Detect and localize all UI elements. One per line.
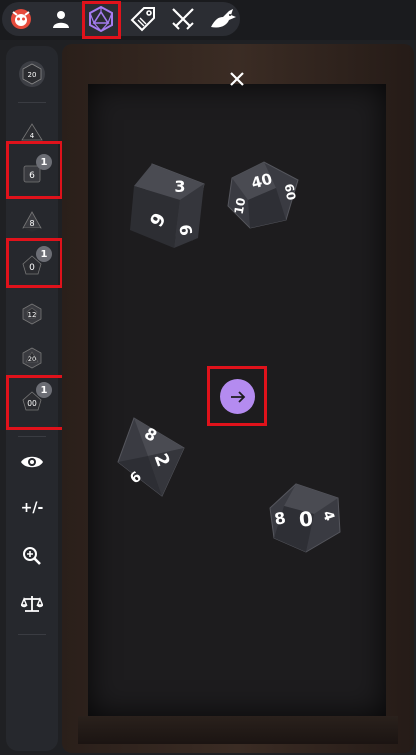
d100-button[interactable]: 00 1 — [6, 382, 58, 422]
d20-button[interactable]: 20 — [6, 338, 58, 378]
d12-icon: 12 — [22, 303, 42, 325]
character-icon[interactable] — [46, 4, 76, 34]
sidebar-separator — [18, 436, 46, 437]
close-tray-button[interactable] — [224, 66, 250, 92]
svg-text:0: 0 — [29, 263, 35, 273]
zoom-button[interactable] — [6, 536, 58, 576]
sidebar-separator — [18, 634, 46, 635]
d20-pool-icon: 20 — [19, 61, 45, 87]
d12-button[interactable]: 12 — [6, 294, 58, 334]
svg-text:0: 0 — [298, 506, 314, 531]
d4-icon: 4 — [21, 123, 43, 141]
d100-count-badge: 1 — [36, 382, 52, 398]
dice-tray-edge — [78, 716, 398, 744]
eye-icon — [21, 456, 43, 468]
rolled-d10-die: 40 60 10 — [227, 161, 299, 229]
combat-swords-icon[interactable] — [168, 4, 198, 34]
svg-text:12: 12 — [28, 311, 37, 319]
d10-count-badge: 1 — [36, 246, 52, 262]
d8-button[interactable]: 8 — [6, 202, 58, 242]
rolled-d10-die-2: 8 0 4 — [269, 483, 341, 553]
svg-text:10: 10 — [232, 197, 249, 216]
d4-button[interactable]: 4 — [6, 112, 58, 152]
svg-text:20: 20 — [28, 71, 37, 79]
d10-button[interactable]: 0 1 — [6, 246, 58, 286]
d20-pool-button[interactable]: 20 — [6, 54, 58, 94]
d6-count-badge: 1 — [36, 154, 52, 170]
dice-icon[interactable] — [86, 4, 116, 34]
zoom-in-icon — [23, 547, 41, 565]
svg-text:00: 00 — [27, 399, 37, 408]
svg-text:60: 60 — [282, 183, 299, 202]
app-logo-icon[interactable] — [6, 4, 36, 34]
dice-sidebar: 20 4 6 1 8 0 1 12 20 00 1 +/- — [6, 46, 58, 751]
arrow-right-icon — [230, 390, 245, 403]
rolled-d8-die: 8 2 6 — [117, 417, 185, 497]
toolbar-pill — [2, 2, 240, 36]
tag-icon[interactable] — [128, 4, 158, 34]
d8-icon: 8 — [22, 211, 42, 232]
svg-text:3: 3 — [174, 177, 185, 196]
balance-button[interactable] — [6, 584, 58, 624]
svg-text:20: 20 — [28, 355, 36, 363]
d20-icon: 20 — [22, 347, 42, 369]
svg-text:4: 4 — [30, 132, 35, 140]
sidebar-separator — [18, 102, 46, 103]
rolled-d6-die: 3 6 9 — [130, 163, 205, 248]
d6-button[interactable]: 6 1 — [6, 154, 58, 194]
modifier-button[interactable]: +/- — [6, 488, 58, 528]
svg-text:8: 8 — [29, 219, 34, 228]
next-roll-button[interactable] — [220, 379, 255, 414]
svg-text:6: 6 — [29, 171, 35, 181]
scale-icon — [21, 596, 43, 612]
modifier-label: +/- — [20, 500, 44, 516]
close-icon — [230, 72, 244, 86]
top-toolbar — [0, 0, 416, 40]
visibility-toggle-button[interactable] — [6, 442, 58, 482]
dragon-icon[interactable] — [208, 4, 238, 34]
